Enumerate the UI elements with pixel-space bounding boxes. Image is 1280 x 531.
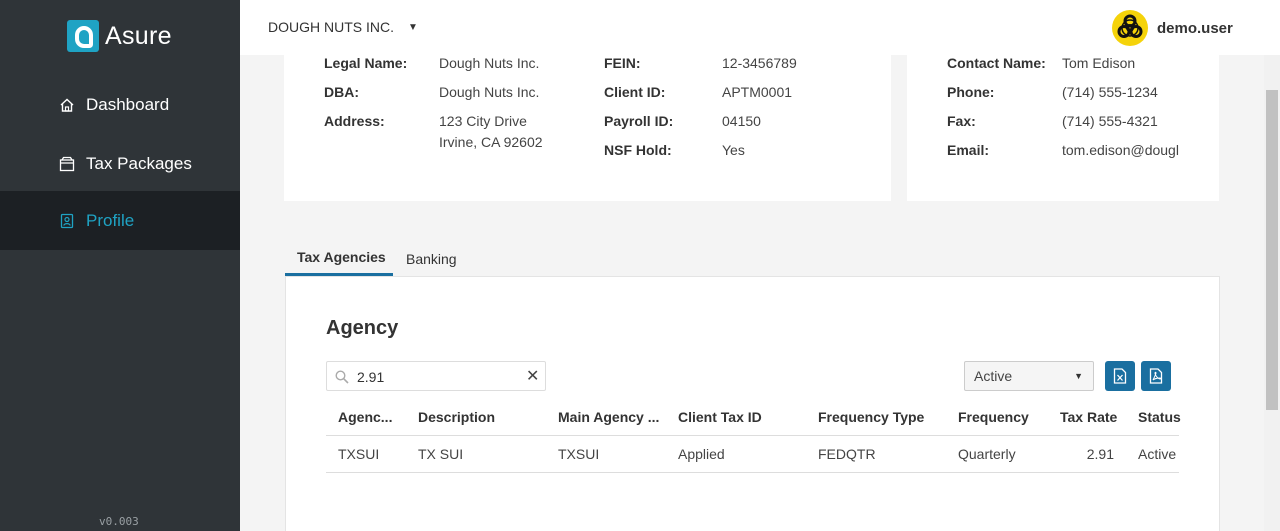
username: demo.user [1157,19,1233,37]
cell-frequency-type: FEDQTR [818,446,876,462]
agency-panel: Agency ✕ Active ▼ Agenc... Description M… [285,276,1220,531]
profile-icon [59,213,75,229]
company-selector[interactable]: DOUGH NUTS INC. ▼ [268,19,418,35]
sidebar-item-dashboard[interactable]: Dashboard [0,75,240,134]
legal-name-value: Dough Nuts Inc. [439,55,540,71]
column-header-frequency[interactable]: Frequency [958,409,1029,425]
tab-banking[interactable]: Banking [406,251,457,267]
sidebar-item-label: Tax Packages [86,153,192,173]
address-line1: 123 City Drive [439,113,527,129]
cell-agency: TXSUI [338,446,380,462]
column-header-status[interactable]: Status [1138,409,1181,425]
column-header-frequency-type[interactable]: Frequency Type [818,409,924,425]
sidebar-item-label: Dashboard [86,94,170,114]
cell-status: Active [1138,446,1177,462]
logo-text: Asure [105,21,172,50]
tab-tax-agencies[interactable]: Tax Agencies [285,241,393,276]
company-name: DOUGH NUTS INC. [268,19,394,35]
phone-label: Phone: [947,84,995,100]
status-filter-select[interactable]: Active ▼ [964,361,1094,391]
caret-down-icon: ▼ [1074,371,1083,381]
asure-logo[interactable]: Asure [67,20,172,52]
dba-label: DBA: [324,84,359,100]
payroll-id-value: 04150 [722,113,761,129]
caret-down-icon: ▼ [408,21,418,33]
pdf-file-icon [1149,368,1163,384]
dba-value: Dough Nuts Inc. [439,84,540,100]
cell-main-agency: TXSUI [558,446,600,462]
biohazard-icon [1112,10,1148,46]
client-id-label: Client ID: [604,84,666,100]
export-pdf-button[interactable] [1141,361,1171,391]
panel-title: Agency [326,317,399,339]
phone-value: (714) 555-1234 [1062,84,1158,100]
page-scrollbar[interactable] [1264,55,1280,531]
contact-name-value: Tom Edison [1062,55,1136,71]
fein-label: FEIN: [604,55,641,71]
fax-label: Fax: [947,113,976,129]
status-filter-value: Active [974,368,1013,384]
scrollbar-thumb[interactable] [1266,90,1278,410]
search-input[interactable] [357,367,517,387]
payroll-id-label: Payroll ID: [604,113,674,129]
package-icon [59,156,75,172]
address-line2: Irvine, CA 92602 [439,134,543,150]
home-icon [59,97,75,113]
column-header-client-tax-id[interactable]: Client Tax ID [678,409,762,425]
sidebar-item-profile[interactable]: Profile [0,191,240,250]
nsf-hold-label: NSF Hold: [604,142,672,158]
top-header: DOUGH NUTS INC. ▼ demo.user [240,0,1280,55]
fein-value: 12-3456789 [722,55,797,71]
excel-file-icon [1113,368,1127,384]
header-divider [326,435,1179,436]
address-label: Address: [324,113,385,129]
search-icon [335,370,349,384]
column-header-main-agency[interactable]: Main Agency ... [558,409,670,425]
search-box: ✕ [326,361,546,391]
fax-value: (714) 555-4321 [1062,113,1158,129]
column-header-agency[interactable]: Agenc... [338,409,398,425]
asure-logo-icon [67,20,99,52]
email-value[interactable]: tom.edison@dougl [1062,142,1180,158]
sidebar: Asure Dashboard Tax Packages Profile v0.… [0,0,240,531]
sidebar-item-label: Profile [86,210,135,230]
sidebar-item-tax-packages[interactable]: Tax Packages [0,134,240,193]
legal-name-label: Legal Name: [324,55,408,71]
version-label: v0.003 [99,515,139,528]
cell-tax-rate: 2.91 [1086,446,1114,462]
row-divider [326,472,1179,473]
contact-name-label: Contact Name: [947,55,1046,71]
column-header-description[interactable]: Description [418,409,495,425]
company-info-card: Legal Name: Dough Nuts Inc. DBA: Dough N… [284,55,891,201]
client-id-value: APTM0001 [722,84,793,100]
cell-frequency: Quarterly [958,446,1016,462]
user-menu[interactable]: demo.user [1112,10,1233,46]
cell-description: TX SUI [418,446,464,462]
email-label: Email: [947,142,990,158]
column-header-tax-rate[interactable]: Tax Rate [1060,409,1117,425]
clear-search-icon[interactable]: ✕ [526,366,539,386]
cell-client-tax-id: Applied [678,446,725,462]
contact-card: Contact Name: Tom Edison Phone: (714) 55… [907,55,1219,201]
nsf-hold-value: Yes [722,142,745,158]
export-excel-button[interactable] [1105,361,1135,391]
